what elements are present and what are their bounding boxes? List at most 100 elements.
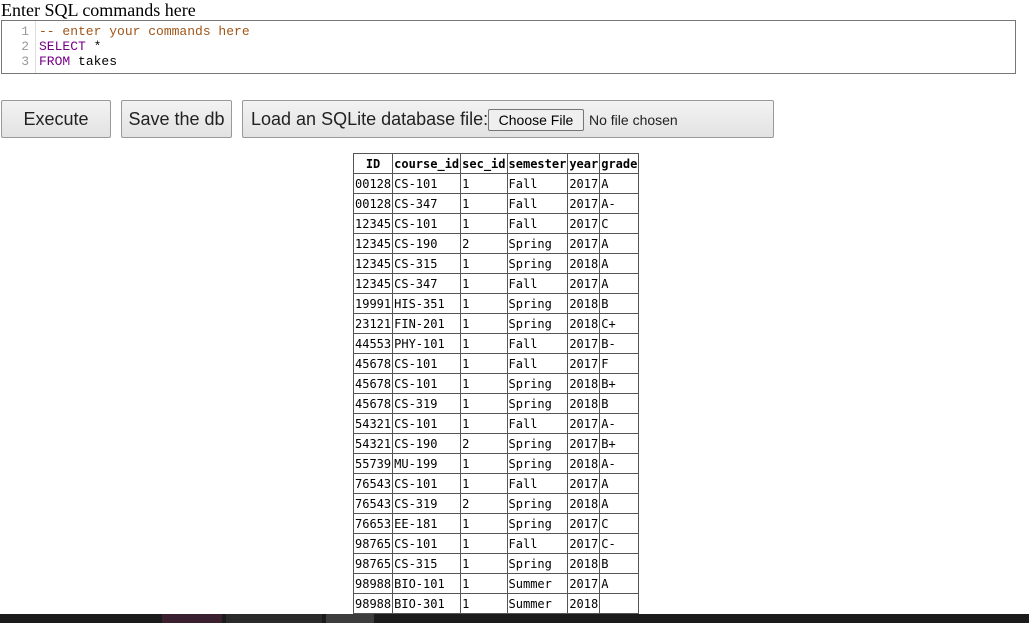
taskbar-app-icon[interactable] xyxy=(162,614,222,623)
table-cell: 1 xyxy=(460,333,508,354)
code-line[interactable]: 1 -- enter your commands here xyxy=(2,24,1015,39)
table-cell: Spring xyxy=(506,293,569,314)
choose-file-button[interactable]: Choose File xyxy=(488,109,584,131)
results-table-container: ID course_id sec_id semester year grade 00128… xyxy=(352,153,640,614)
code-text: -- enter your commands here xyxy=(39,24,250,39)
table-cell: A xyxy=(599,573,640,594)
table-cell: Spring xyxy=(506,393,569,414)
table-cell: 54321 xyxy=(352,413,394,434)
table-cell: 76543 xyxy=(352,493,394,514)
table-row: 44553 PHY-101 1 Fall 2017 B- xyxy=(352,333,640,354)
table-cell: 1 xyxy=(460,453,508,474)
table-row: 45678 CS-101 1 Spring 2018 B+ xyxy=(352,373,640,394)
column-header-year: year xyxy=(567,153,601,174)
table-cell: A- xyxy=(599,413,640,434)
taskbar xyxy=(0,614,1029,623)
table-cell: 1 xyxy=(460,253,508,274)
table-cell: 45678 xyxy=(352,353,394,374)
table-cell: Fall xyxy=(506,273,569,294)
table-cell: Fall xyxy=(506,353,569,374)
table-cell: CS-315 xyxy=(392,253,462,274)
table-cell: C- xyxy=(599,533,640,554)
table-cell: CS-319 xyxy=(392,493,462,514)
table-cell: Fall xyxy=(506,413,569,434)
table-cell: BIO-301 xyxy=(392,593,462,614)
table-cell: Fall xyxy=(506,333,569,354)
table-cell: 2018 xyxy=(567,313,601,334)
table-cell: 98765 xyxy=(352,533,394,554)
table-cell: FIN-201 xyxy=(392,313,462,334)
table-cell: B xyxy=(599,293,640,314)
table-cell: CS-101 xyxy=(392,533,462,554)
table-cell: Spring xyxy=(506,313,569,334)
table-cell: A xyxy=(599,233,640,254)
table-cell: 98988 xyxy=(352,573,394,594)
table-cell: 2018 xyxy=(567,393,601,414)
code-line[interactable]: 3 FROM takes xyxy=(2,54,1015,69)
table-cell: CS-101 xyxy=(392,173,462,194)
table-cell: 1 xyxy=(460,473,508,494)
table-cell xyxy=(599,593,640,614)
table-cell: 1 xyxy=(460,513,508,534)
sql-editor[interactable]: 1 -- enter your commands here 2 SELECT * 3 FR… xyxy=(1,20,1016,74)
table-row: 98765 CS-101 1 Fall 2017 C- xyxy=(352,533,640,554)
table-row: 54321 CS-190 2 Spring 2017 B+ xyxy=(352,433,640,454)
table-row: 76543 CS-319 2 Spring 2018 A xyxy=(352,493,640,514)
table-cell: 2017 xyxy=(567,193,601,214)
table-cell: 2018 xyxy=(567,293,601,314)
table-cell: 2017 xyxy=(567,333,601,354)
table-cell: Fall xyxy=(506,533,569,554)
table-cell: 2017 xyxy=(567,513,601,534)
table-cell: 1 xyxy=(460,173,508,194)
table-cell: CS-190 xyxy=(392,433,462,454)
execute-button[interactable]: Execute xyxy=(1,100,111,138)
taskbar-app-icon[interactable] xyxy=(226,614,322,623)
table-row: 12345 CS-347 1 Fall 2017 A xyxy=(352,273,640,294)
line-number: 1 xyxy=(21,24,29,39)
table-cell: 2 xyxy=(460,493,508,514)
table-cell: 2018 xyxy=(567,553,601,574)
column-header-id: ID xyxy=(352,153,394,174)
table-cell: 1 xyxy=(460,353,508,374)
table-cell: A xyxy=(599,253,640,274)
table-cell: Spring xyxy=(506,373,569,394)
load-database-label: Load an SQLite database file: xyxy=(251,109,489,129)
save-db-button[interactable]: Save the db xyxy=(121,100,232,138)
table-cell: 2018 xyxy=(567,453,601,474)
table-cell: B+ xyxy=(599,373,640,394)
table-cell: 2017 xyxy=(567,273,601,294)
results-table: ID course_id sec_id semester year grade 00128… xyxy=(352,153,640,614)
table-row: 12345 CS-315 1 Spring 2018 A xyxy=(352,253,640,274)
table-cell: 76543 xyxy=(352,473,394,494)
table-cell: Fall xyxy=(506,193,569,214)
table-cell: 12345 xyxy=(352,233,394,254)
table-cell: 2018 xyxy=(567,493,601,514)
table-row: 23121 FIN-201 1 Spring 2018 C+ xyxy=(352,313,640,334)
table-cell: Spring xyxy=(506,513,569,534)
table-cell: CS-319 xyxy=(392,393,462,414)
table-cell: 2017 xyxy=(567,173,601,194)
table-cell: 2 xyxy=(460,233,508,254)
table-cell: CS-347 xyxy=(392,193,462,214)
table-cell: B- xyxy=(599,333,640,354)
table-cell: CS-347 xyxy=(392,273,462,294)
table-cell: 98765 xyxy=(352,553,394,574)
table-cell: B xyxy=(599,393,640,414)
table-row: 98988 BIO-101 1 Summer 2017 A xyxy=(352,573,640,594)
code-token: * xyxy=(85,39,102,54)
table-cell: 98988 xyxy=(352,593,394,614)
taskbar-app-icon[interactable] xyxy=(326,614,374,623)
table-cell: CS-101 xyxy=(392,353,462,374)
table-cell: 2017 xyxy=(567,533,601,554)
table-cell: 2017 xyxy=(567,413,601,434)
table-row: 00128 CS-347 1 Fall 2017 A- xyxy=(352,193,640,214)
code-line[interactable]: 2 SELECT * xyxy=(2,39,1015,54)
table-cell: Spring xyxy=(506,433,569,454)
table-cell: 1 xyxy=(460,313,508,334)
table-cell: 2018 xyxy=(567,253,601,274)
table-cell: HIS-351 xyxy=(392,293,462,314)
table-cell: 76653 xyxy=(352,513,394,534)
table-cell: 1 xyxy=(460,393,508,414)
table-row: 45678 CS-319 1 Spring 2018 B xyxy=(352,393,640,414)
code-token: FROM xyxy=(39,54,71,69)
